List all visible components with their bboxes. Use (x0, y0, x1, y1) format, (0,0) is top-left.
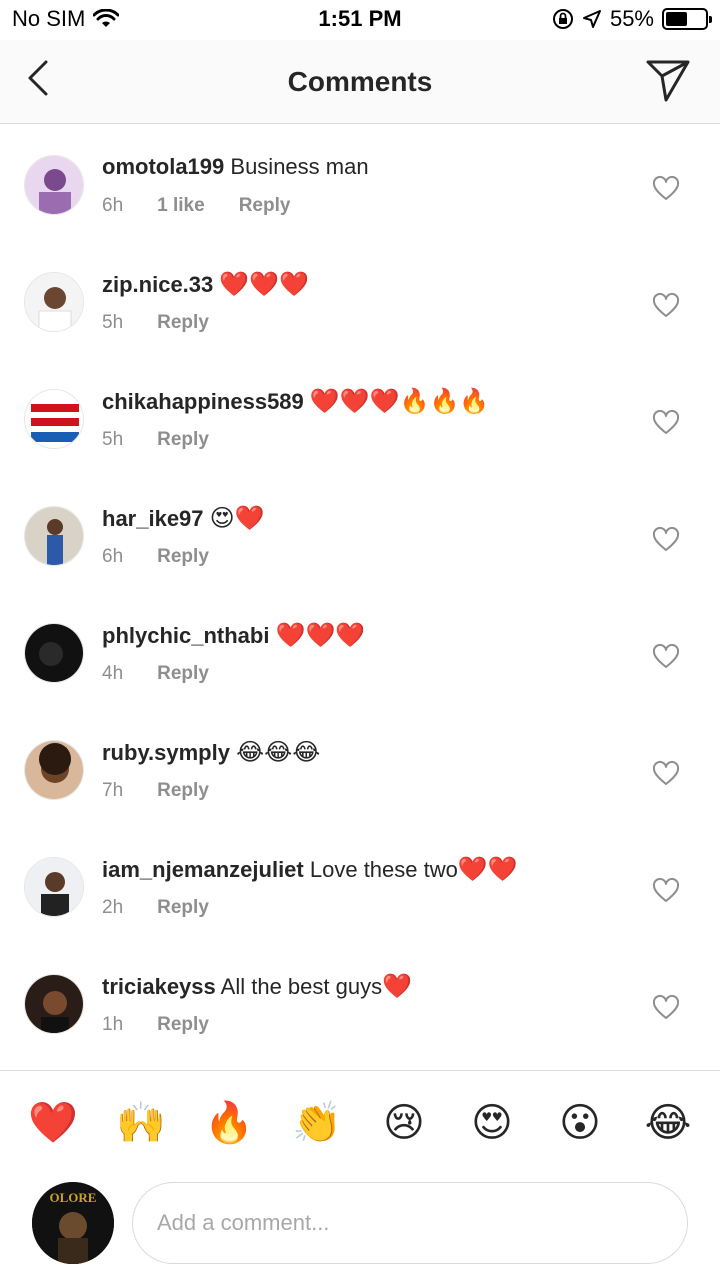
avatar[interactable] (24, 857, 84, 917)
avatar-image: OLORE (32, 1182, 114, 1264)
like-heart-icon[interactable] (652, 760, 680, 788)
avatar[interactable] (24, 389, 84, 449)
location-arrow-icon (582, 10, 601, 28)
comment-emoji: ❤️❤️❤️ (275, 622, 366, 649)
comment-body: zip.nice.33 ❤️❤️❤️ (102, 270, 309, 299)
avatar[interactable] (24, 974, 84, 1034)
like-heart-icon[interactable] (652, 643, 680, 671)
comments-list: omotola199 Business man 6h 1 like Reply zip.… (0, 125, 720, 1061)
comment-time: 1h (102, 1014, 124, 1035)
comment-emoji: 😂😂😂 (236, 739, 321, 766)
comment-text: Love these two (309, 857, 458, 882)
comment-body: iam_njemanzejuliet Love these two❤️❤️ (102, 855, 518, 884)
comment-likes[interactable]: 1 like (157, 195, 205, 217)
comment-row: phlychic_nthabi ❤️❤️❤️ 4h Reply (0, 593, 720, 710)
comment-row: chikahappiness589 ❤️❤️❤️🔥🔥🔥 5h Reply (0, 359, 720, 476)
comment-emoji: 😍❤️ (209, 505, 265, 532)
comment-time: 4h (102, 663, 124, 684)
comment-text: All the best guys (220, 974, 383, 999)
comment-meta: 5h Reply (102, 312, 209, 334)
comment-time: 6h (102, 546, 124, 567)
comment-time: 5h (102, 312, 124, 333)
page-title: Comments (287, 66, 433, 97)
quick-emoji-button[interactable]: 😢 (380, 1099, 428, 1147)
reply-button[interactable]: Reply (157, 897, 209, 919)
nav-bar: Comments (0, 40, 720, 124)
avatar[interactable] (24, 272, 84, 332)
composer-avatar: OLORE (32, 1182, 114, 1264)
comment-time: 5h (102, 429, 124, 450)
like-heart-icon[interactable] (652, 994, 680, 1022)
comment-username[interactable]: har_ike97 (102, 506, 204, 531)
comment-emoji: ❤️❤️❤️🔥🔥🔥 (309, 388, 490, 415)
reply-button[interactable]: Reply (157, 546, 209, 568)
comment-body: omotola199 Business man (102, 153, 369, 181)
comment-row: har_ike97 😍❤️ 6h Reply (0, 476, 720, 593)
comment-meta: 4h Reply (102, 663, 209, 685)
comment-username[interactable]: phlychic_nthabi (102, 623, 269, 648)
comment-row: iam_njemanzejuliet Love these two❤️❤️ 2h R… (0, 827, 720, 944)
comment-emoji: ❤️❤️ (457, 856, 518, 883)
comment-meta: 1h Reply (102, 1014, 209, 1036)
reply-button[interactable]: Reply (157, 663, 209, 685)
reply-button[interactable]: Reply (157, 1014, 209, 1036)
like-heart-icon[interactable] (652, 292, 680, 320)
comment-username[interactable]: omotola199 (102, 154, 224, 179)
reply-button[interactable]: Reply (157, 429, 209, 451)
comment-input[interactable] (132, 1182, 688, 1264)
quick-emoji-button[interactable]: 😮 (556, 1099, 604, 1147)
comment-meta: 2h Reply (102, 897, 209, 919)
comment-username[interactable]: ruby.symply (102, 740, 230, 765)
quick-emoji-bar: ❤️ 🙌 🔥 👏 😢 😍 😮 😂 (0, 1070, 720, 1170)
battery-icon (662, 8, 712, 30)
quick-emoji-button[interactable]: 🔥 (204, 1099, 254, 1147)
comment-username[interactable]: zip.nice.33 (102, 272, 213, 297)
comment-body: har_ike97 😍❤️ (102, 504, 265, 533)
comment-body: ruby.symply 😂😂😂 (102, 738, 320, 767)
avatar[interactable] (24, 155, 84, 215)
comment-time: 6h (102, 195, 124, 216)
comment-username[interactable]: iam_njemanzejuliet (102, 857, 304, 882)
quick-emoji-button[interactable]: ❤️ (28, 1099, 78, 1147)
reply-button[interactable]: Reply (157, 312, 209, 334)
avatar[interactable] (24, 740, 84, 800)
comment-row: zip.nice.33 ❤️❤️❤️ 5h Reply (0, 242, 720, 359)
comment-row: ruby.symply 😂😂😂 7h Reply (0, 710, 720, 827)
comment-emoji: ❤️ (382, 973, 412, 1000)
quick-emoji-button[interactable]: 👏 (292, 1099, 342, 1147)
status-right: 55% (552, 6, 712, 32)
composer-avatar-text: OLORE (50, 1190, 97, 1205)
comment-text: Business man (230, 154, 369, 179)
avatar[interactable] (24, 506, 84, 566)
comment-body: chikahappiness589 ❤️❤️❤️🔥🔥🔥 (102, 387, 489, 416)
comment-meta: 6h Reply (102, 546, 209, 568)
quick-emoji-button[interactable]: 🙌 (116, 1099, 166, 1147)
comment-meta: 7h Reply (102, 780, 209, 802)
battery-fill (666, 12, 687, 26)
quick-emoji-button[interactable]: 😂 (644, 1099, 692, 1147)
status-bar: No SIM 1:51 PM 55% (0, 0, 720, 40)
comment-username[interactable]: triciakeyss (102, 974, 216, 999)
avatar[interactable] (24, 623, 84, 683)
rotation-lock-icon (552, 9, 573, 29)
comment-body: triciakeyss All the best guys❤️ (102, 972, 412, 1001)
paper-plane-icon[interactable] (644, 56, 692, 104)
like-heart-icon[interactable] (652, 409, 680, 437)
comment-emoji: ❤️❤️❤️ (219, 271, 310, 298)
reply-button[interactable]: Reply (239, 195, 291, 217)
comment-row: triciakeyss All the best guys❤️ 1h Reply (0, 944, 720, 1061)
like-heart-icon[interactable] (652, 526, 680, 554)
battery-percent: 55% (609, 6, 654, 31)
comment-body: phlychic_nthabi ❤️❤️❤️ (102, 621, 365, 650)
like-heart-icon[interactable] (652, 877, 680, 905)
quick-emoji-button[interactable]: 😍 (468, 1099, 516, 1147)
reply-button[interactable]: Reply (157, 780, 209, 802)
comment-row: omotola199 Business man 6h 1 like Reply (0, 125, 720, 242)
comment-meta: 6h 1 like Reply (102, 195, 290, 217)
comment-time: 7h (102, 780, 124, 801)
comment-time: 2h (102, 897, 124, 918)
comment-username[interactable]: chikahappiness589 (102, 389, 304, 414)
comment-meta: 5h Reply (102, 429, 209, 451)
like-heart-icon[interactable] (652, 175, 680, 203)
